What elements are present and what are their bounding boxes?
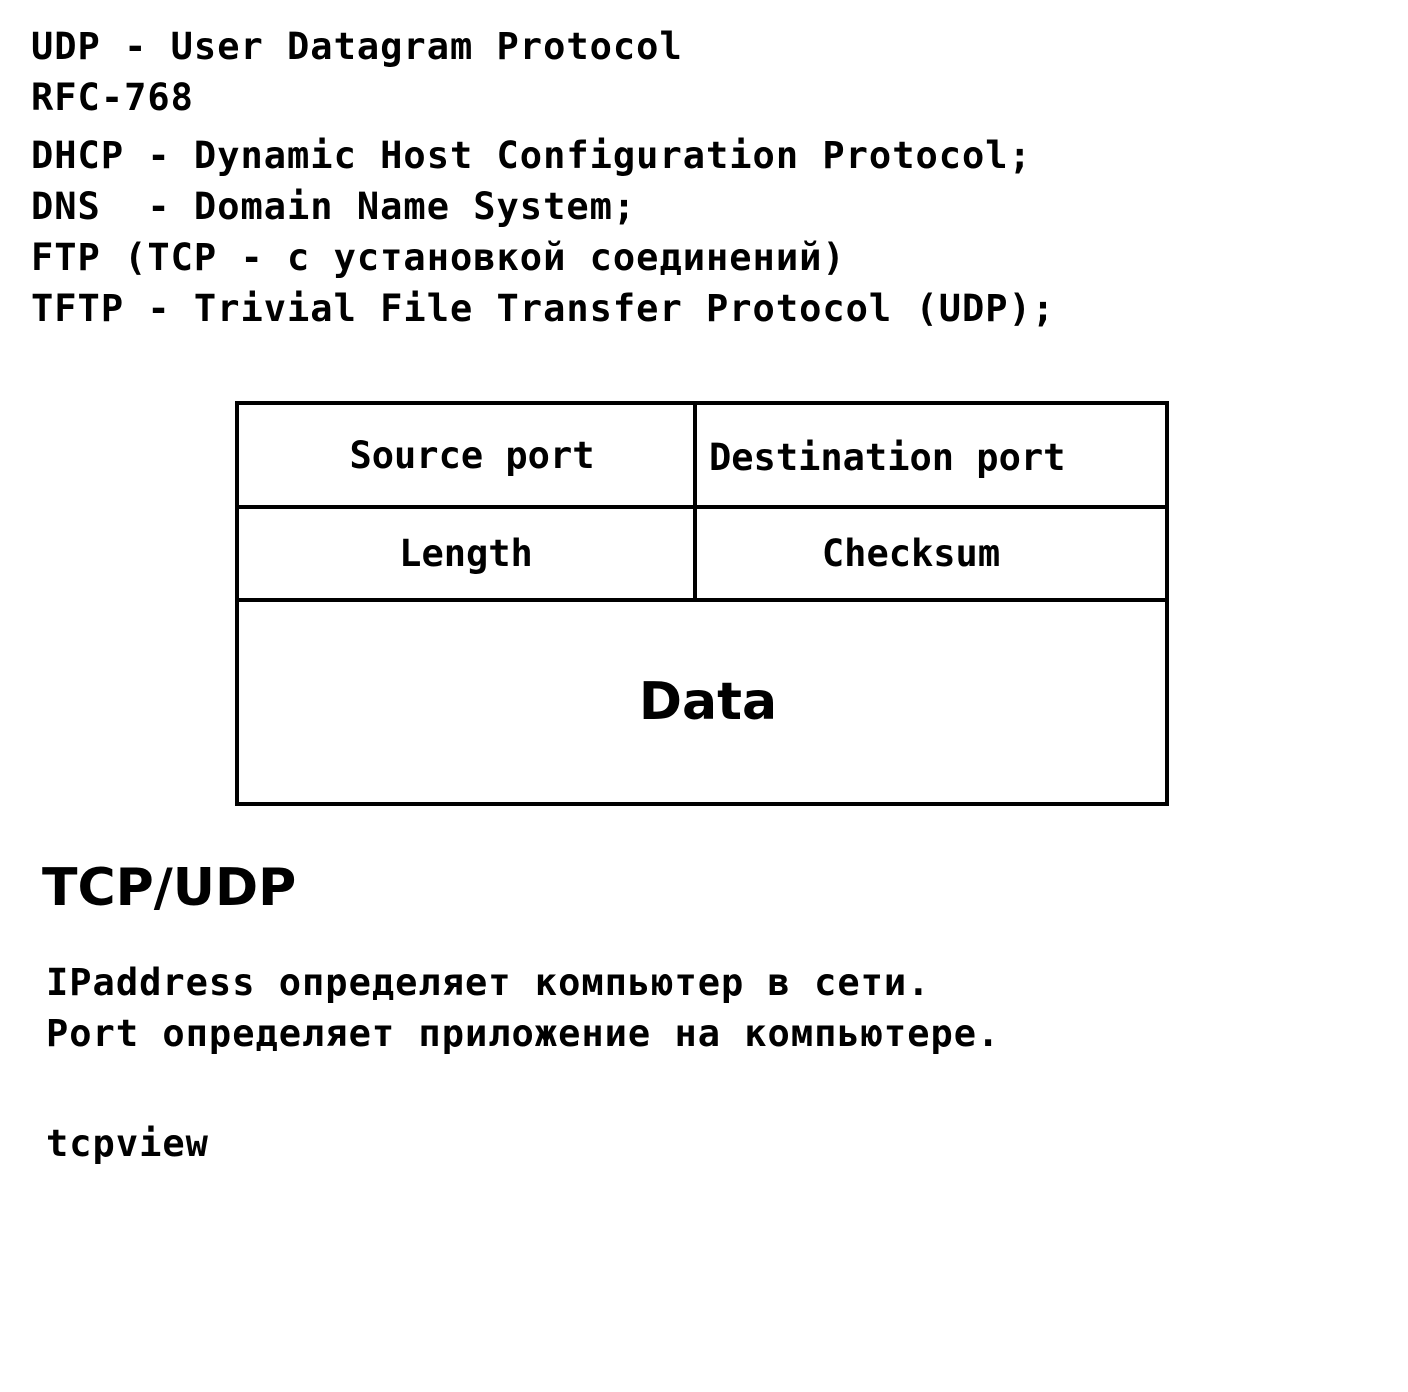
data-cell: Data: [638, 672, 778, 732]
note-tftp: TFTP - Trivial File Transfer Protocol (U…: [31, 287, 1056, 330]
checksum-cell: Checksum: [821, 532, 1001, 575]
note-dns: DNS - Domain Name System;: [31, 185, 637, 228]
udp-header-diagram: Source port Destination port Length Chec…: [235, 401, 1169, 806]
section-title: TCP/UDP: [42, 858, 297, 918]
note-rfc: RFC-768: [31, 76, 194, 119]
note-ftp: FTP (TCP - с установкой соединений): [31, 236, 846, 279]
note-udp-title: UDP - User Datagram Protocol: [31, 25, 683, 68]
tool-name: tcpview: [46, 1122, 209, 1165]
source-port-cell: Source port: [349, 433, 595, 477]
note-dhcp: DHCP - Dynamic Host Configuration Protoc…: [31, 134, 1032, 177]
note-ipaddress: IPaddress определяет компьютер в сети.: [46, 961, 931, 1004]
note-port: Port определяет приложение на компьютере…: [46, 1012, 1001, 1055]
destination-port-cell: Destination port: [709, 435, 1066, 479]
length-cell: Length: [399, 532, 533, 575]
